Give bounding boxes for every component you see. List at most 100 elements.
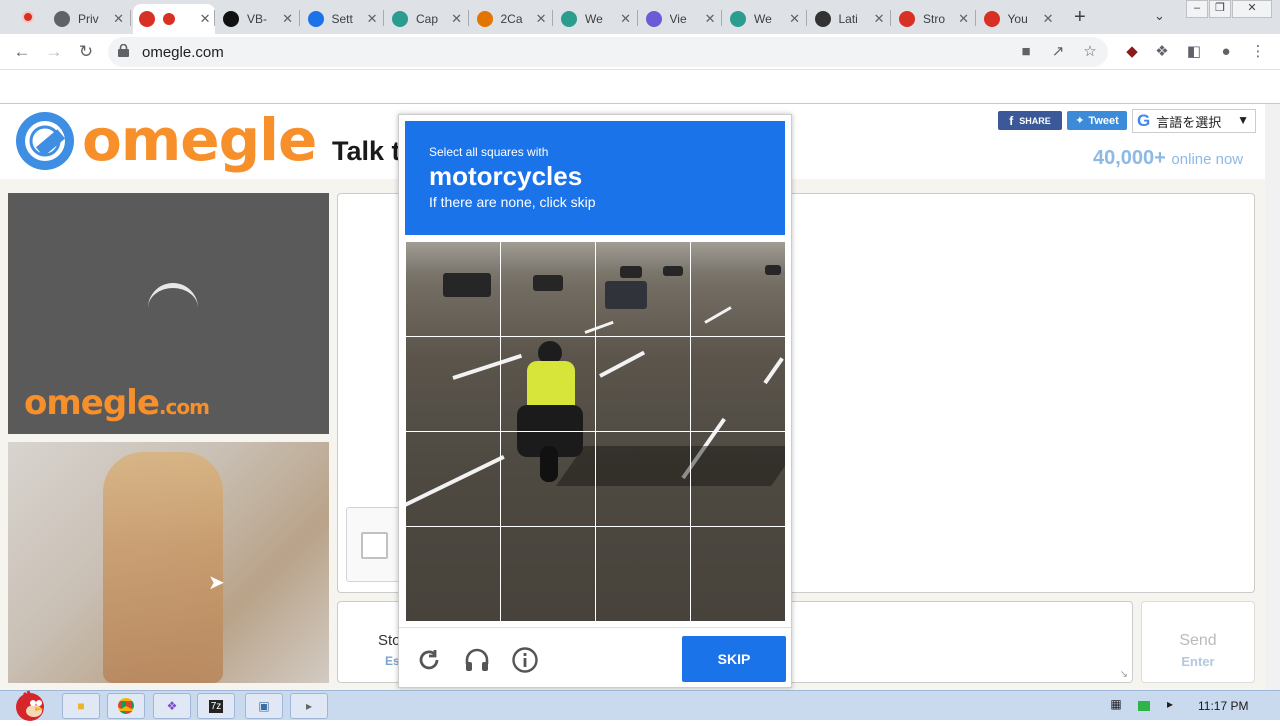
forward-button[interactable]: → xyxy=(42,40,66,64)
captcha-tile[interactable] xyxy=(690,336,785,432)
captcha-tile[interactable] xyxy=(405,336,501,432)
send-button[interactable]: Send Enter xyxy=(1141,601,1255,683)
tab-close-icon[interactable]: ✕ xyxy=(958,11,969,27)
omegle-logo-text[interactable]: omegle xyxy=(82,106,317,174)
tab-close-icon[interactable]: ✕ xyxy=(620,11,631,27)
facebook-share-button[interactable]: f SHARE xyxy=(998,111,1062,130)
tab-separator xyxy=(636,10,638,26)
browser-tab[interactable]: Vie ✕ xyxy=(640,4,720,34)
lock-icon xyxy=(118,44,129,57)
captcha-tile[interactable] xyxy=(500,526,596,621)
captcha-tile[interactable] xyxy=(595,336,691,432)
tab-close-icon[interactable]: ✕ xyxy=(451,11,462,27)
browser-tab[interactable]: Priv ✕ xyxy=(48,4,128,34)
taskbar-network[interactable]: ▣ xyxy=(245,693,283,719)
tab-close-icon[interactable]: ✕ xyxy=(789,11,800,27)
captcha-tile[interactable] xyxy=(500,336,596,432)
page-scrollbar[interactable] xyxy=(1265,104,1280,691)
record-icon[interactable] xyxy=(22,11,34,23)
taskbar-app[interactable]: ❖ xyxy=(153,693,191,719)
self-video: ➤ xyxy=(8,442,329,683)
captcha-tile[interactable] xyxy=(405,431,501,527)
restore-button[interactable]: ❐ xyxy=(1209,0,1231,18)
tab-title: Sett xyxy=(331,12,353,26)
address-bar[interactable]: omegle.com xyxy=(108,37,1108,67)
browser-tab[interactable]: VB- ✕ xyxy=(217,4,297,34)
captcha-tile[interactable] xyxy=(405,526,501,621)
taskbar-explorer[interactable]: ■ xyxy=(62,693,100,719)
share-icon[interactable]: ↗ xyxy=(1048,42,1068,62)
start-button[interactable] xyxy=(6,687,50,721)
tab-title: We xyxy=(585,12,603,26)
browser-tab[interactable]: Stro ✕ xyxy=(893,4,973,34)
tab-close-icon[interactable]: ✕ xyxy=(367,11,378,27)
tab-title: Vie xyxy=(669,12,687,26)
tab-separator xyxy=(298,10,300,26)
resize-handle-icon[interactable]: ↘ xyxy=(1120,669,1128,680)
recaptcha-checkbox[interactable] xyxy=(361,532,388,559)
tab-separator xyxy=(467,10,469,26)
system-clock[interactable]: 11:17 PM xyxy=(1198,699,1248,713)
browser-tab[interactable]: We ✕ xyxy=(724,4,804,34)
tab-favicon-icon xyxy=(814,11,831,27)
info-icon[interactable] xyxy=(511,646,539,674)
tab-title: Stro xyxy=(923,12,945,26)
captcha-tile[interactable] xyxy=(405,241,501,337)
tab-close-icon[interactable]: ✕ xyxy=(1043,11,1054,27)
challenge-image-grid xyxy=(405,241,785,621)
browser-tab[interactable]: 2Ca ✕ xyxy=(471,4,551,34)
extension-shield-icon[interactable]: ◆ xyxy=(1122,42,1142,62)
tab-favicon-icon xyxy=(307,11,324,27)
tab-close-icon[interactable]: ✕ xyxy=(536,11,547,27)
browser-tab[interactable]: Cap ✕ xyxy=(386,4,466,34)
captcha-tile[interactable] xyxy=(595,526,691,621)
tab-title: VB- xyxy=(247,12,268,26)
folder-icon: ■ xyxy=(77,699,85,713)
menu-kebab-icon[interactable]: ⋮ xyxy=(1248,42,1268,62)
captcha-tile[interactable] xyxy=(690,526,785,621)
tab-search-icon[interactable]: ⌄ xyxy=(1154,8,1165,24)
back-button[interactable]: ← xyxy=(10,40,34,64)
new-tab-button[interactable]: + xyxy=(1074,6,1086,29)
captcha-tile[interactable] xyxy=(690,241,785,337)
tray-battery-icon[interactable] xyxy=(1138,701,1150,711)
captcha-tile[interactable] xyxy=(500,241,596,337)
tray-network-icon[interactable]: ▦ xyxy=(1108,697,1124,713)
tab-title: 2Ca xyxy=(500,12,523,26)
tab-title: Cap xyxy=(416,12,438,26)
tab-separator xyxy=(974,10,976,26)
captcha-tile[interactable] xyxy=(500,431,596,527)
reload-button[interactable]: ↻ xyxy=(74,40,98,64)
minimize-button[interactable]: – xyxy=(1186,0,1208,18)
taskbar-7zip[interactable]: 7z xyxy=(197,693,235,719)
browser-tab[interactable]: You ✕ xyxy=(978,4,1058,34)
tweet-button[interactable]: ✦ Tweet xyxy=(1067,111,1127,130)
taskbar-volume[interactable]: ▸ xyxy=(290,693,328,719)
camera-icon[interactable]: ■ xyxy=(1016,42,1036,62)
browser-tab[interactable]: Sett ✕ xyxy=(302,4,382,34)
taskbar-chrome[interactable] xyxy=(107,693,145,719)
bookmark-star-icon[interactable]: ☆ xyxy=(1080,42,1100,62)
captcha-tile[interactable] xyxy=(595,431,691,527)
close-window-button[interactable]: ✕ xyxy=(1232,0,1272,18)
skip-button[interactable]: SKIP xyxy=(682,636,786,682)
reload-icon[interactable] xyxy=(415,646,443,674)
browser-tab[interactable]: Lati ✕ xyxy=(809,4,889,34)
tab-close-icon[interactable]: ✕ xyxy=(113,11,124,27)
tray-volume-muted-icon[interactable]: ▸ xyxy=(1162,697,1178,713)
monitor-icon: ▣ xyxy=(258,699,270,713)
browser-tab[interactable]: We ✕ xyxy=(555,4,635,34)
profile-avatar-icon[interactable]: ● xyxy=(1216,42,1236,62)
tab-close-icon[interactable]: ✕ xyxy=(874,11,885,27)
language-select[interactable]: G 言語を選択 ▼ xyxy=(1132,109,1256,133)
captcha-tile[interactable] xyxy=(690,431,785,527)
tab-favicon-icon xyxy=(138,11,155,27)
captcha-tile[interactable] xyxy=(595,241,691,337)
extensions-puzzle-icon[interactable]: ❖ xyxy=(1152,42,1172,62)
tab-close-icon[interactable]: ✕ xyxy=(282,11,293,27)
tab-close-icon[interactable]: ✕ xyxy=(705,11,716,27)
audio-headphones-icon[interactable] xyxy=(463,646,491,674)
browser-tab[interactable]: ✕ xyxy=(132,4,215,34)
side-panel-icon[interactable]: ◧ xyxy=(1184,42,1204,62)
tab-close-icon[interactable]: ✕ xyxy=(200,11,211,27)
